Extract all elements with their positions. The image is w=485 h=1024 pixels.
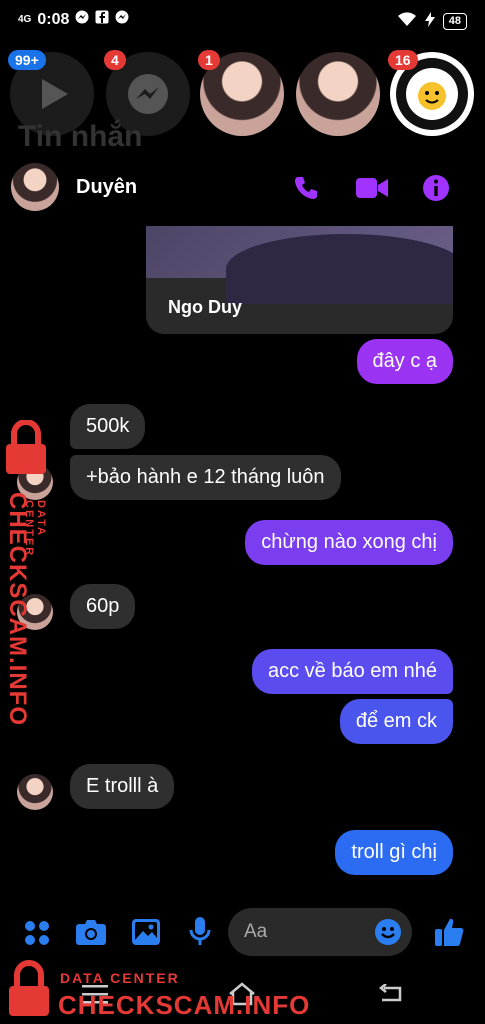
microphone-icon[interactable] (189, 917, 211, 947)
message-input[interactable]: Aa (228, 908, 412, 956)
padlock-icon (9, 960, 49, 1016)
message-bubble-incoming[interactable]: 60p (70, 584, 136, 629)
notification-badge: 99+ (8, 50, 46, 70)
bottom-watermark: DATA CENTER CHECKSCAM.INFO (0, 960, 485, 1024)
phone-call-icon[interactable] (292, 174, 320, 202)
message-bubble-outgoing[interactable]: để em ck (339, 699, 453, 744)
side-watermark: CHECKSCAM.INFO DATA CENTER (0, 418, 60, 726)
gallery-icon[interactable] (132, 919, 160, 945)
message-bubble-outgoing[interactable]: chừng nào xong chị (245, 520, 453, 565)
thumbs-up-icon[interactable] (434, 917, 464, 947)
battery-indicator: 48 (442, 12, 467, 30)
message-bubble-outgoing[interactable]: đây c ạ (356, 339, 453, 384)
message-bubble-incoming[interactable]: E trolll à (70, 764, 175, 809)
wifi-icon (397, 12, 417, 30)
status-bar: 4G 0:08 48 (0, 0, 485, 40)
network-indicator: 4G (18, 14, 32, 25)
chat-head-team-logo[interactable]: 16 (388, 50, 474, 136)
notification-badge: 4 (104, 50, 126, 70)
bottom-watermark-brand: CHECKSCAM.INFO (58, 990, 311, 1020)
sender-avatar (17, 774, 53, 810)
play-icon (42, 79, 68, 109)
emoji-icon[interactable] (374, 918, 402, 946)
shared-link-card[interactable]: Ngo Duy (146, 226, 453, 334)
message-composer: Aa (0, 908, 485, 956)
facebook-notification-icon (95, 10, 109, 29)
contact-name[interactable]: Duyên (76, 176, 137, 199)
apps-grid-icon[interactable] (24, 920, 50, 946)
messenger-icon (128, 74, 168, 114)
video-call-icon[interactable] (356, 176, 388, 200)
link-card-title: Ngo Duy (168, 297, 242, 317)
bottom-watermark-subtitle: DATA CENTER (60, 970, 180, 986)
side-watermark-subtitle: DATA CENTER (23, 500, 47, 558)
chat-head-avatar[interactable]: 1 (198, 50, 284, 136)
chat-header: Duyên (0, 150, 485, 222)
notification-badge: 1 (198, 50, 220, 70)
message-bubble-incoming[interactable]: 500k (70, 404, 146, 449)
messenger-notification-icon (75, 10, 89, 29)
notification-badge: 16 (388, 50, 418, 70)
charging-icon (424, 12, 435, 30)
clock: 0:08 (37, 10, 70, 28)
messenger-notification-icon (115, 10, 129, 29)
info-icon[interactable] (422, 174, 450, 202)
message-bubble-outgoing[interactable]: acc về báo em nhé (252, 649, 453, 694)
background-screen-title: Tin nhắn (18, 120, 143, 153)
camera-icon[interactable] (76, 919, 106, 945)
chat-head-avatar[interactable] (296, 52, 380, 136)
message-bubble-outgoing[interactable]: troll gì chị (335, 830, 453, 875)
padlock-icon (6, 420, 46, 474)
link-preview-image (146, 226, 453, 304)
chat-panel: Duyên Ngo Duy đây c ạ 500k +bảo hành e 1… (0, 150, 485, 1024)
contact-avatar[interactable] (11, 163, 59, 211)
message-input-placeholder: Aa (244, 921, 268, 942)
message-bubble-incoming[interactable]: +bảo hành e 12 tháng luôn (70, 455, 341, 500)
